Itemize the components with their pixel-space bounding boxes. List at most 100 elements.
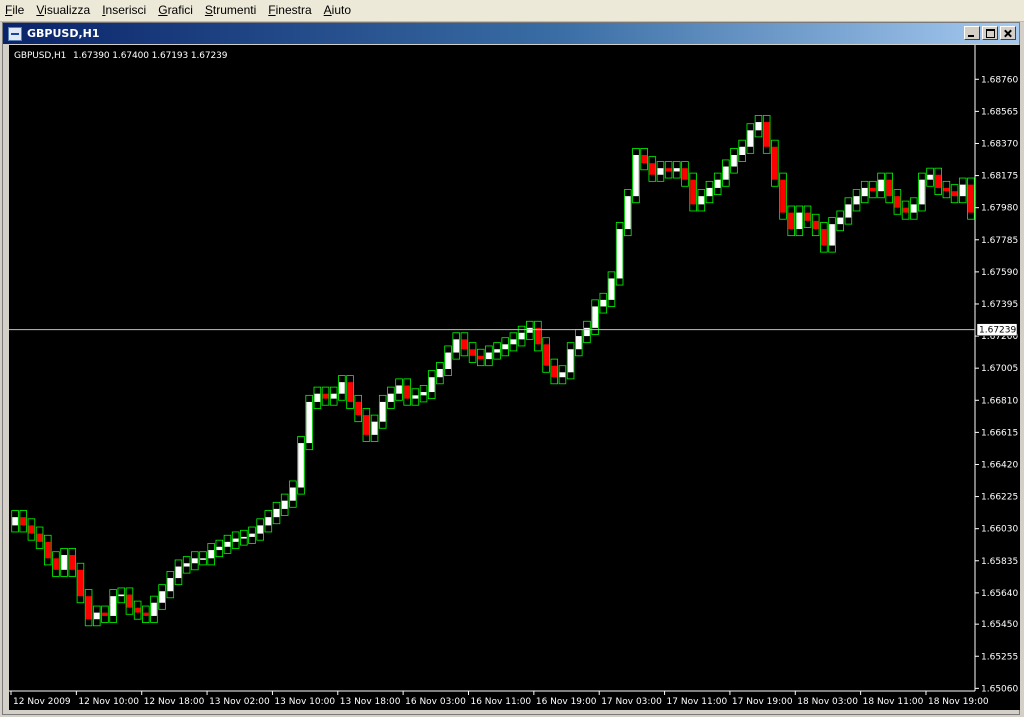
candle-body [371,421,378,435]
candle-body [20,517,27,526]
candle-body [624,196,631,230]
candle-body [167,578,174,592]
candle-body [788,212,795,230]
menu-file[interactable]: File [0,0,31,21]
y-tick-label: 1.66615 [981,428,1018,438]
candle-body [657,168,664,175]
menu-inserisci[interactable]: Inserisci [97,0,153,21]
candle-body [200,558,206,560]
candle-body [829,224,835,246]
candle-body [543,344,549,366]
candle-body [633,155,639,197]
candle-body [763,122,770,147]
x-tick-label: 18 Nov 19:00 [928,697,989,707]
menu-bar: File Visualizza Inserisci Grafici Strumenti F… [0,0,1024,22]
candle-body [968,184,974,213]
candle-body [641,155,647,164]
window-titlebar[interactable]: GBPUSD,H1 [3,23,1019,44]
y-tick-label: 1.68565 [981,107,1018,117]
candle-body [477,355,484,360]
candle-body [731,155,737,167]
candle-body [600,299,607,307]
y-tick-label: 1.65450 [981,620,1018,630]
x-tick-label: 17 Nov 11:00 [667,697,728,707]
price-chart[interactable]: 1.68760 1.68565 1.68370 1.68175 1.67980 1.677… [9,45,1020,710]
menu-visualizza[interactable]: Visualizza [31,0,97,21]
y-tick-label: 1.68175 [981,172,1018,182]
candle-body [837,217,844,225]
candle-body [445,352,451,369]
x-tick-label: 16 Nov 19:00 [536,697,597,707]
candle-body [902,207,909,213]
candle-body [861,187,868,197]
x-tick-label: 17 Nov 19:00 [732,697,793,707]
candle-body [755,122,762,131]
candle-body [812,220,819,230]
candle-body [191,558,198,564]
candle-body [551,365,558,378]
close-button[interactable] [1000,26,1016,40]
y-tick-label: 1.65835 [981,557,1018,567]
candle-body [428,377,435,393]
y-tick-label: 1.68370 [981,139,1018,149]
chart-window-icon [8,26,22,41]
menu-aiuto[interactable]: Aiuto [319,0,358,21]
menu-finestra[interactable]: Finestra [263,0,318,21]
candle-body [780,179,786,213]
candle-body [698,196,705,205]
y-tick-label: 1.65255 [981,652,1018,662]
y-tick-label: 1.67980 [981,204,1018,214]
candle-body [886,179,893,197]
candle-body [420,392,427,396]
candle-body [951,191,958,197]
candle-body [559,372,566,378]
candle-body [142,612,149,616]
maximize-button[interactable] [982,26,998,40]
candle-body [461,339,468,350]
candle-body [608,278,615,300]
candle-body [437,369,443,378]
candle-body [265,517,272,526]
candle-body [739,146,746,155]
minimize-button[interactable] [964,26,980,40]
candle-body [273,508,280,518]
y-tick-label: 1.66420 [981,460,1018,470]
candle-body [388,393,394,402]
candle-body [494,349,500,353]
candle-body [535,327,541,345]
candle-body [69,555,76,570]
candle-body [232,538,239,542]
x-tick-label: 13 Nov 10:00 [274,697,335,707]
y-tick-label: 1.65640 [981,589,1018,599]
candle-body [486,352,492,360]
menu-strumenti[interactable]: Strumenti [200,0,263,21]
candle-body [673,168,680,172]
menu-grafici[interactable]: Grafici [153,0,200,21]
candle-body [53,558,59,570]
y-tick-label: 1.65060 [981,684,1018,694]
candle-body [110,596,116,616]
current-price-label: 1.67239 [979,326,1016,336]
candle-body [714,179,721,188]
candle-body [36,533,43,542]
candle-body [616,229,623,279]
x-tick-label: 13 Nov 02:00 [209,697,270,707]
x-tick-label: 13 Nov 18:00 [340,697,401,707]
chart-info-line: GBPUSD,H1 1.67390 1.67400 1.67193 1.6723… [14,51,227,61]
candle-body [102,612,108,616]
candle-body [771,146,778,180]
candle-body [44,541,51,559]
candle-body [518,332,525,340]
chart-canvas[interactable]: 1.68760 1.68565 1.68370 1.68175 1.67980 1.677… [9,45,1020,710]
candle-body [216,546,223,551]
candle-body [363,415,370,435]
x-tick-label: 16 Nov 03:00 [405,697,466,707]
candle-body [502,344,509,350]
candle-body [134,607,141,613]
candle-body [339,382,345,394]
candle-body [93,612,100,620]
candle-body [12,517,18,526]
candle-body [853,196,860,205]
candle-body [379,401,386,422]
candle-body [943,187,950,192]
